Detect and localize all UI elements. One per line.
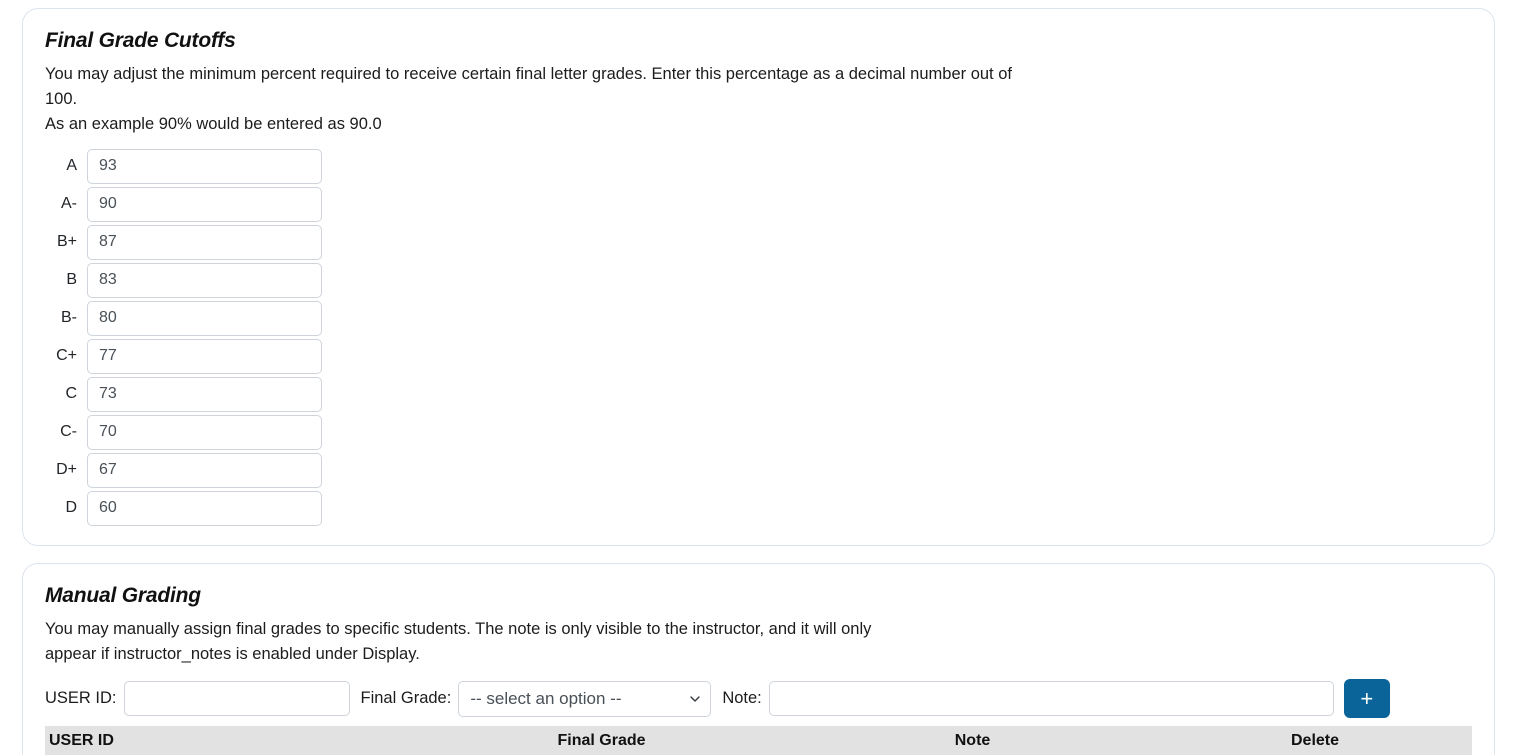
manual-grading-card: Manual Grading You may manually assign f… (22, 563, 1495, 755)
cutoff-row-a-minus: A- (45, 185, 1472, 223)
cutoff-label-d-plus: D+ (56, 461, 77, 478)
userid-label: USER ID: (45, 689, 117, 707)
cutoff-label-b: B (66, 271, 77, 288)
column-header-note[interactable]: Note (787, 726, 1159, 755)
plus-icon: + (1360, 685, 1374, 711)
table-header-row: USER ID Final Grade Note Delete (45, 726, 1472, 755)
cutoff-input-c-minus[interactable] (87, 414, 322, 450)
cutoffs-description: You may adjust the minimum percent requi… (45, 62, 1030, 137)
final-grade-select[interactable]: -- select an option -- (458, 680, 712, 717)
cutoff-row-b: B (45, 261, 1472, 299)
cutoff-row-d: D (45, 489, 1472, 527)
table-header: USER ID Final Grade Note Delete (45, 726, 1472, 755)
cutoffs-description-line2: As an example 90% would be entered as 90… (45, 115, 382, 133)
manual-grading-form: USER ID: Final Grade: -- select an optio… (45, 679, 1472, 718)
manual-grading-title: Manual Grading (45, 584, 201, 607)
cutoff-row-c: C (45, 375, 1472, 413)
manual-grading-description: You may manually assign final grades to … (45, 617, 1030, 667)
cutoff-label-a: A (66, 157, 77, 174)
cutoff-label-b-minus: B- (61, 309, 77, 326)
userid-input[interactable] (123, 681, 350, 716)
cutoff-label-c-minus: C- (60, 423, 77, 440)
cutoff-row-b-plus: B+ (45, 223, 1472, 261)
cutoff-label-b-plus: B+ (56, 233, 77, 250)
cutoff-input-d-plus[interactable] (87, 452, 322, 488)
cutoff-row-b-minus: B- (45, 299, 1472, 337)
cutoff-row-d-plus: D+ (45, 451, 1472, 489)
cutoff-input-d[interactable] (87, 490, 322, 526)
page-root: Final Grade Cutoffs You may adjust the m… (0, 0, 1517, 755)
column-header-delete[interactable]: Delete (1158, 726, 1472, 755)
manual-grades-table: USER ID Final Grade Note Delete (45, 726, 1472, 755)
final-grade-cutoffs-card: Final Grade Cutoffs You may adjust the m… (22, 8, 1495, 546)
note-label: Note: (722, 689, 762, 707)
final-grade-label: Final Grade: (360, 689, 452, 707)
cutoff-label-c: C (65, 385, 77, 402)
cutoff-row-c-minus: C- (45, 413, 1472, 451)
manual-description-line2: appear if instructor_notes is enabled un… (45, 645, 420, 663)
cutoff-label-c-plus: C+ (56, 347, 77, 364)
final-grade-select-wrapper: -- select an option -- (458, 680, 712, 717)
cutoff-input-b-plus[interactable] (87, 224, 322, 260)
cutoff-label-a-minus: A- (61, 195, 77, 212)
cutoff-row-a: A (45, 147, 1472, 185)
cutoff-input-b-minus[interactable] (87, 300, 322, 336)
manual-description-line1: You may manually assign final grades to … (45, 620, 872, 638)
column-header-userid[interactable]: USER ID (45, 726, 417, 755)
cutoff-input-c[interactable] (87, 376, 322, 412)
add-manual-grade-button[interactable]: + (1343, 679, 1390, 718)
column-header-final-grade[interactable]: Final Grade (416, 726, 788, 755)
page-title: Final Grade Cutoffs (45, 29, 236, 52)
cutoff-rows-list: A A- B+ B B- C+ (45, 147, 1472, 527)
cutoff-label-d: D (65, 499, 77, 516)
cutoff-input-b[interactable] (87, 262, 322, 298)
cutoffs-description-line1: You may adjust the minimum percent requi… (45, 65, 1012, 108)
cutoff-row-c-plus: C+ (45, 337, 1472, 375)
note-input[interactable] (768, 681, 1334, 716)
cutoff-input-a-minus[interactable] (87, 186, 322, 222)
cutoff-input-a[interactable] (87, 148, 322, 184)
cutoff-input-c-plus[interactable] (87, 338, 322, 374)
